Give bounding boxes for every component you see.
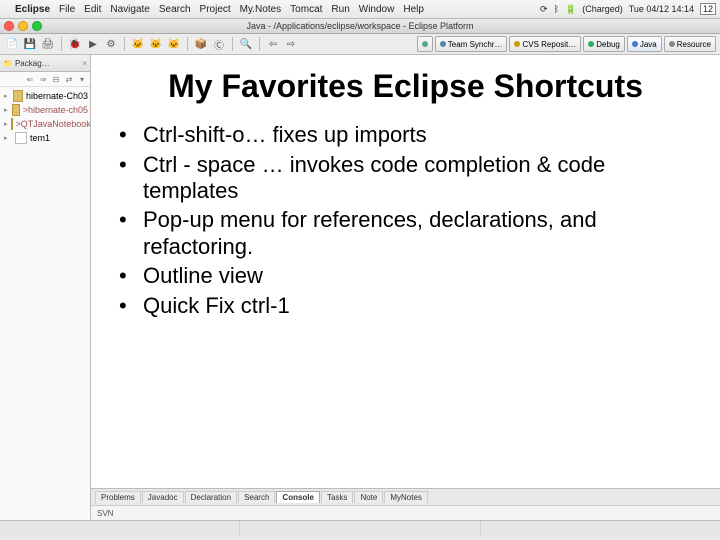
menu-project[interactable]: Project (200, 4, 231, 15)
tree-item[interactable]: ▸ hibernate-Ch03 (2, 89, 88, 103)
search-icon[interactable]: 🔍 (238, 36, 254, 52)
perspective-team[interactable]: Team Synchr… (435, 36, 508, 52)
tomcat-restart-icon[interactable]: 🐱 (166, 36, 182, 52)
tab-console[interactable]: Console (276, 491, 320, 503)
menu-search[interactable]: Search (159, 4, 191, 15)
menu-icon[interactable]: ▾ (77, 75, 87, 84)
expand-icon[interactable]: ▸ (4, 106, 9, 114)
package-explorer-tab[interactable]: 📁 Packag… × (0, 55, 90, 72)
folder-icon (12, 104, 20, 116)
sync-icon[interactable]: ⟳ (540, 4, 548, 15)
app-menu[interactable]: Eclipse (15, 4, 50, 15)
run-icon[interactable]: ▶ (85, 36, 101, 52)
window-minimize-button[interactable] (18, 21, 28, 31)
status-cell-left (0, 521, 240, 535)
slide-bullet: •Quick Fix ctrl-1 (115, 293, 696, 319)
open-perspective-button[interactable] (417, 36, 433, 52)
expand-icon[interactable]: ▸ (4, 92, 10, 100)
main-toolbar: 📄 💾 🖨 🐞 ▶ ⚙ 🐱 🐱 🐱 📦 Ⓒ 🔍 ⇦ ⇨ Team Synchr…… (0, 34, 720, 55)
menu-tomcat[interactable]: Tomcat (290, 4, 322, 15)
tab-search[interactable]: Search (238, 491, 275, 503)
folder-icon (13, 90, 23, 102)
tomcat-start-icon[interactable]: 🐱 (130, 36, 146, 52)
nav-back-icon[interactable]: ⇦ (265, 36, 281, 52)
slide-bullet: •Ctrl - space … invokes code completion … (115, 152, 696, 205)
slide-title: My Favorites Eclipse Shortcuts (115, 69, 696, 104)
expand-icon[interactable]: ▸ (4, 134, 12, 142)
tab-problems[interactable]: Problems (95, 491, 141, 503)
back-icon[interactable]: ⇐ (25, 75, 35, 84)
save-icon[interactable]: 💾 (22, 36, 38, 52)
mac-menubar: Eclipse File Edit Navigate Search Projec… (0, 0, 720, 19)
tab-javadoc[interactable]: Javadoc (142, 491, 184, 503)
debug-icon[interactable]: 🐞 (67, 36, 83, 52)
folder-icon (11, 118, 13, 130)
menu-navigate[interactable]: Navigate (110, 4, 149, 15)
nav-fwd-icon[interactable]: ⇨ (283, 36, 299, 52)
expand-icon[interactable]: ▸ (4, 120, 8, 128)
menu-run[interactable]: Run (331, 4, 349, 15)
tree-label: >hibernate-ch05 (23, 105, 88, 115)
menu-mynotes[interactable]: My.Notes (240, 4, 282, 15)
package-explorer-view: 📁 Packag… × ⇐ ⇒ ⊟ ⇄ ▾ ▸ hibernate-Ch03 ▸… (0, 55, 91, 520)
window-close-button[interactable] (4, 21, 14, 31)
tree-label: >QTJavaNotebook (16, 119, 90, 129)
perspective-java[interactable]: Java (627, 36, 662, 52)
menu-file[interactable]: File (59, 4, 75, 15)
perspective-debug[interactable]: Debug (583, 36, 625, 52)
status-cell-mid (240, 521, 480, 535)
perspective-resource[interactable]: Resource (664, 36, 716, 52)
calendar-day[interactable]: 12 (700, 3, 716, 15)
slide-bullet: •Outline view (115, 263, 696, 289)
editor-area: My Favorites Eclipse Shortcuts •Ctrl-shi… (91, 55, 720, 488)
slide-bullet-list: •Ctrl-shift-o… fixes up imports •Ctrl - … (115, 122, 696, 319)
clock[interactable]: Tue 04/12 14:14 (629, 4, 694, 14)
svn-label: SVN (97, 509, 113, 518)
status-cell-right (481, 521, 720, 535)
perspective-switcher: Team Synchr… CVS Reposit… Debug Java Res… (417, 36, 716, 52)
tab-tasks[interactable]: Tasks (321, 491, 353, 503)
window-title: Java - /Applications/eclipse/workspace -… (246, 21, 473, 31)
perspective-cvs[interactable]: CVS Reposit… (509, 36, 581, 52)
tab-note[interactable]: Note (354, 491, 383, 503)
menu-help[interactable]: Help (403, 4, 424, 15)
tab-mynotes[interactable]: MyNotes (384, 491, 428, 503)
tree-item[interactable]: ▸ >hibernate-ch05 (2, 103, 88, 117)
window-zoom-button[interactable] (32, 21, 42, 31)
tree-label: tem1 (30, 133, 50, 143)
project-tree[interactable]: ▸ hibernate-Ch03 ▸ >hibernate-ch05 ▸ >QT… (0, 87, 90, 147)
tab-declaration[interactable]: Declaration (185, 491, 237, 503)
window-controls (4, 21, 42, 31)
file-icon (15, 132, 27, 144)
slide-bullet: •Pop-up menu for references, declaration… (115, 207, 696, 260)
tree-item[interactable]: ▸ tem1 (2, 131, 88, 145)
tomcat-stop-icon[interactable]: 🐱 (148, 36, 164, 52)
bottom-view-tabs: Problems Javadoc Declaration Search Cons… (91, 488, 720, 505)
status-bar (0, 520, 720, 535)
tree-item[interactable]: ▸ >QTJavaNotebook (2, 117, 88, 131)
view-title: Packag… (15, 59, 50, 68)
menu-window[interactable]: Window (359, 4, 395, 15)
new-class-icon[interactable]: Ⓒ (211, 36, 227, 52)
menu-edit[interactable]: Edit (84, 4, 101, 15)
slide-bullet: •Ctrl-shift-o… fixes up imports (115, 122, 696, 148)
print-icon[interactable]: 🖨 (40, 36, 56, 52)
package-explorer-toolbar: ⇐ ⇒ ⊟ ⇄ ▾ (0, 72, 90, 87)
new-icon[interactable]: 📄 (4, 36, 20, 52)
svn-status-bar: SVN (91, 505, 720, 520)
ext-tools-icon[interactable]: ⚙ (103, 36, 119, 52)
battery-label: (Charged) (582, 4, 623, 14)
link-icon[interactable]: ⇄ (64, 75, 74, 84)
workspace: 📁 Packag… × ⇐ ⇒ ⊟ ⇄ ▾ ▸ hibernate-Ch03 ▸… (0, 55, 720, 520)
new-package-icon[interactable]: 📦 (193, 36, 209, 52)
collapse-icon[interactable]: ⊟ (51, 75, 61, 84)
battery-icon[interactable]: 🔋 (565, 4, 576, 15)
bluetooth-icon[interactable]: ᛒ (554, 4, 559, 14)
close-icon[interactable]: × (82, 59, 87, 68)
window-titlebar: Java - /Applications/eclipse/workspace -… (0, 19, 720, 34)
package-icon: 📁 (3, 59, 13, 68)
tree-label: hibernate-Ch03 (26, 91, 88, 101)
fwd-icon[interactable]: ⇒ (38, 75, 48, 84)
